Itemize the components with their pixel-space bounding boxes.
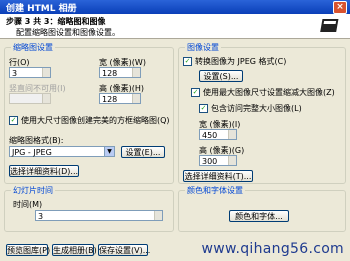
- album-book-icon: [320, 19, 339, 32]
- thumbnail-settings-legend: 缩略图设置: [11, 42, 55, 53]
- slideshow-time-input[interactable]: 3: [35, 210, 163, 221]
- slideshow-legend: 幻灯片时间: [11, 185, 55, 196]
- slideshow-time-spinner[interactable]: [154, 211, 162, 220]
- title-bar: 创建 HTML 相册 ×: [0, 0, 350, 14]
- convert-jpeg-label: 转换图像为 JPEG 格式(C): [195, 57, 287, 66]
- rows-spinner[interactable]: [42, 68, 50, 77]
- save-settings-button[interactable]: 保存设置(V)...: [98, 244, 150, 256]
- cols-spinner[interactable]: [42, 94, 50, 103]
- include-full-label: 包含访问完整大小图像(L): [211, 104, 302, 113]
- slideshow-time-label: 时间(M): [13, 200, 43, 209]
- thumb-detail-button[interactable]: 选择详细资料(D)...: [9, 165, 79, 177]
- thumb-height-spinner[interactable]: [132, 94, 140, 103]
- preview-gallery-button[interactable]: 预览图库(P): [6, 244, 50, 256]
- rows-input[interactable]: 3: [9, 67, 51, 78]
- thumbnail-settings-group: 缩略图设置 行(O) 3 宽 (像素)(W) 128 竖直间不可用(I) 高 (…: [4, 42, 174, 184]
- image-detail-button[interactable]: 选择详细资料(T)...: [183, 170, 253, 182]
- step-description: 配置缩略图设置和图像设置。: [16, 28, 120, 37]
- close-button[interactable]: ×: [333, 1, 347, 14]
- rows-value: 3: [12, 69, 18, 78]
- step-title: 步骤 3 共 3：缩略图和图像: [6, 17, 106, 26]
- image-settings-group: 图像设置 ✓ 转换图像为 JPEG 格式(C) 设置(S)... ✓ 使用最大图…: [178, 42, 346, 184]
- color-font-button[interactable]: 颜色和字体...: [229, 210, 289, 222]
- color-font-legend: 颜色和字体设置: [185, 185, 245, 196]
- cols-input[interactable]: [9, 93, 51, 104]
- square-thumb-checkbox[interactable]: ✓: [9, 116, 18, 125]
- build-album-button[interactable]: 生成相册(B): [52, 244, 97, 256]
- include-full-checkbox[interactable]: ✓: [199, 104, 208, 113]
- image-settings-button[interactable]: 设置(S)...: [199, 70, 243, 82]
- thumb-width-spinner[interactable]: [132, 68, 140, 77]
- thumb-height-value: 128: [102, 95, 118, 104]
- image-width-input[interactable]: 450: [199, 129, 237, 140]
- thumb-settings-button[interactable]: 设置(E)...: [121, 146, 165, 158]
- wizard-header: 步骤 3 共 3：缩略图和图像 配置缩略图设置和图像设置。: [0, 14, 350, 39]
- image-settings-legend: 图像设置: [185, 42, 221, 53]
- image-height-value: 300: [202, 157, 218, 166]
- window-title: 创建 HTML 相册: [6, 4, 77, 14]
- max-size-checkbox[interactable]: ✓: [191, 88, 200, 97]
- site-watermark: www.qihang56.com: [201, 241, 344, 257]
- square-thumb-label: 使用大尺寸图像创建完美的方框缩略图(Q): [21, 116, 170, 125]
- thumb-format-select[interactable]: JPG - JPEG ▼: [9, 146, 115, 157]
- slideshow-group: 幻灯片时间 时间(M) 3: [4, 185, 174, 232]
- image-height-spinner[interactable]: [228, 156, 236, 165]
- color-font-group: 颜色和字体设置 颜色和字体...: [178, 185, 346, 232]
- image-height-input[interactable]: 300: [199, 155, 237, 166]
- thumb-height-input[interactable]: 128: [99, 93, 141, 104]
- thumb-width-input[interactable]: 128: [99, 67, 141, 78]
- slideshow-time-value: 3: [38, 212, 44, 221]
- image-width-value: 450: [202, 131, 218, 140]
- image-width-spinner[interactable]: [228, 130, 236, 139]
- chevron-down-icon: ▼: [104, 147, 114, 156]
- thumb-width-value: 128: [102, 69, 118, 78]
- thumb-format-label: 缩略图格式(B):: [9, 136, 64, 145]
- convert-jpeg-checkbox[interactable]: ✓: [183, 57, 192, 66]
- max-size-label: 使用最大图像尺寸设置缩减大图像(Z): [203, 88, 335, 97]
- thumb-format-value: JPG - JPEG: [12, 148, 52, 157]
